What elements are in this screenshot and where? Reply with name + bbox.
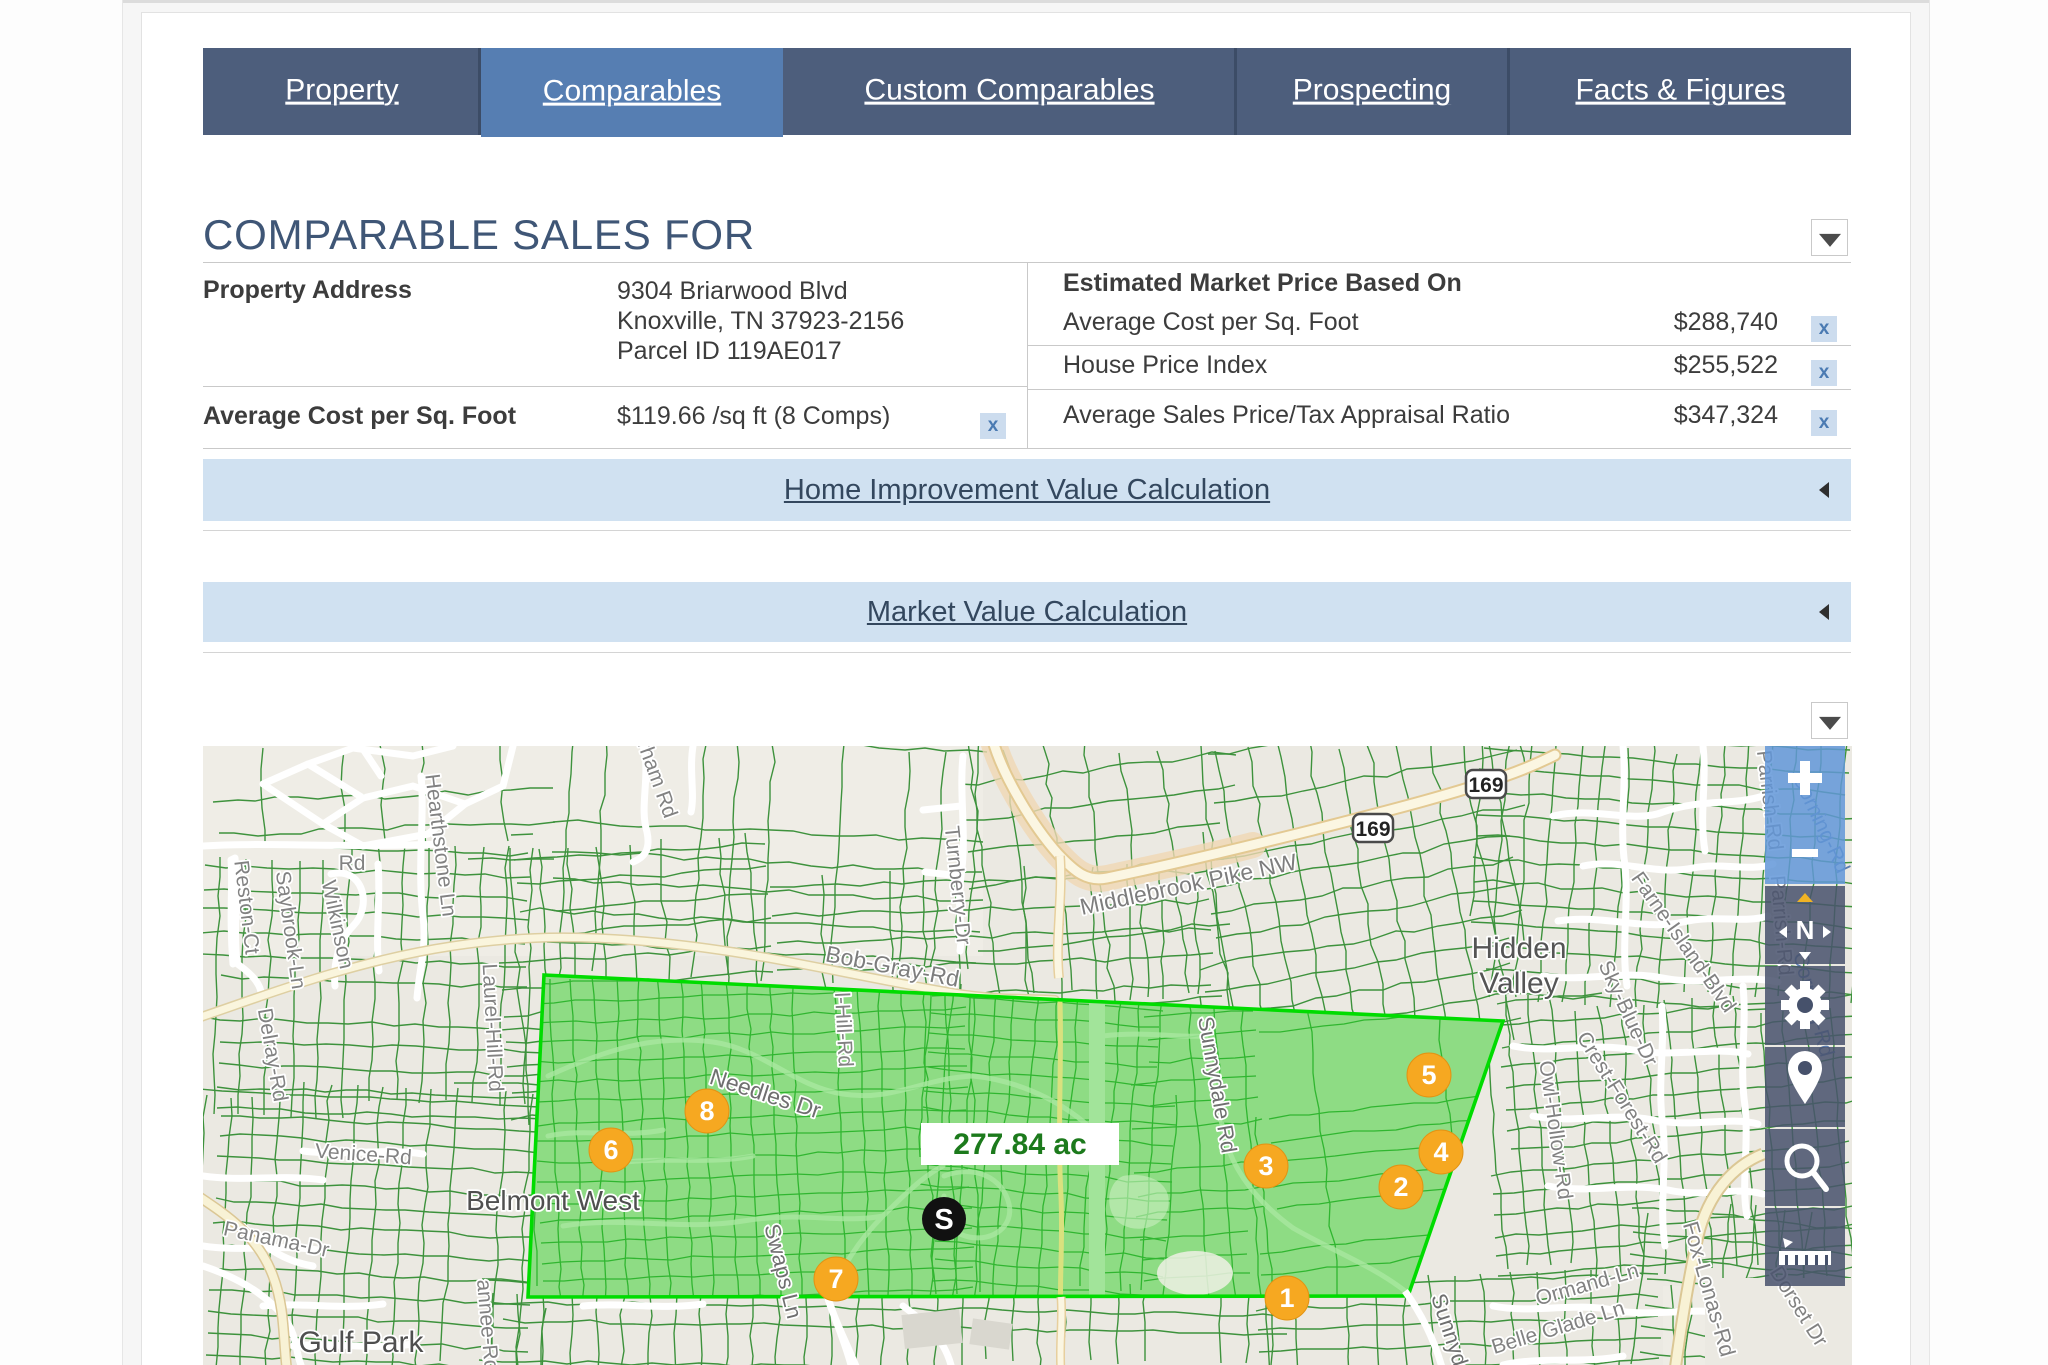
- svg-text:277.84 ac: 277.84 ac: [953, 1128, 1086, 1161]
- svg-text:Gulf Park: Gulf Park: [298, 1326, 424, 1359]
- svg-text:Rd: Rd: [339, 852, 366, 875]
- svg-text:8: 8: [699, 1096, 714, 1126]
- svg-text:Valley: Valley: [1479, 967, 1558, 1000]
- svg-text:1: 1: [1279, 1283, 1294, 1313]
- svg-text:169: 169: [1355, 818, 1390, 841]
- svg-text:6: 6: [603, 1135, 618, 1165]
- svg-text:169: 169: [1468, 774, 1503, 797]
- svg-text:7: 7: [828, 1264, 843, 1294]
- svg-text:4: 4: [1433, 1137, 1448, 1167]
- svg-text:S: S: [934, 1204, 953, 1236]
- svg-text:5: 5: [1421, 1060, 1436, 1090]
- svg-text:l-Hill-Rd: l-Hill-Rd: [830, 992, 857, 1068]
- svg-text:3: 3: [1258, 1151, 1273, 1181]
- svg-text:2: 2: [1393, 1172, 1408, 1202]
- svg-text:Belmont West: Belmont West: [466, 1185, 640, 1216]
- svg-text:Hidden: Hidden: [1471, 932, 1566, 965]
- svg-text:N: N: [1796, 915, 1815, 945]
